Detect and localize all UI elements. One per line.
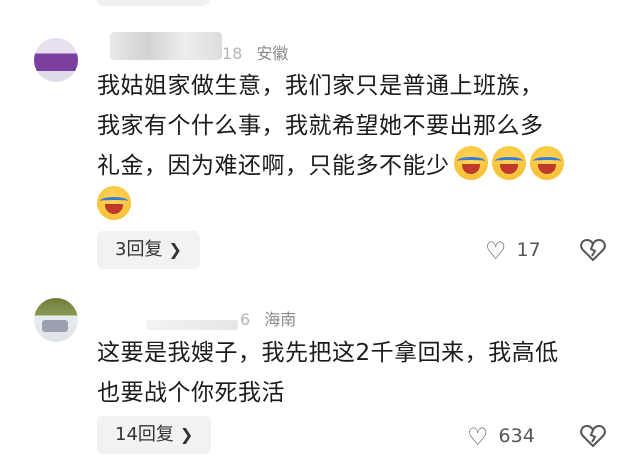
- replies-label: 3回复: [115, 239, 163, 260]
- crying-laughing-emoji-icon: [453, 146, 488, 180]
- replies-button[interactable]: 14回复 ❯: [97, 416, 212, 454]
- comment-line: 我姑姐家做生意，我们家只是普通上班族，: [97, 73, 544, 99]
- avatar[interactable]: [34, 38, 78, 82]
- comment-line-emoji-only: [97, 186, 617, 226]
- heart-outline-icon[interactable]: ♡: [467, 423, 489, 451]
- location-label: 安徽: [256, 44, 289, 63]
- replies-button[interactable]: 3回复 ❯: [97, 231, 200, 269]
- comment-line: 也要战个你死我活: [97, 380, 285, 406]
- location-label: 海南: [264, 310, 297, 329]
- previous-comment-button-stub: [96, 0, 210, 6]
- like-count: 634: [498, 425, 535, 447]
- crying-laughing-emoji-icon: [529, 146, 564, 180]
- like-control[interactable]: ♡ 17: [485, 237, 541, 265]
- comment-meta: 18 安徽: [222, 40, 288, 64]
- comment-line: 这要是我嫂子，我先把这2千拿回来，我高低: [97, 340, 559, 366]
- comment-meta: 6 海南: [240, 306, 296, 330]
- chevron-right-icon: ❯: [168, 240, 182, 259]
- broken-heart-icon[interactable]: [580, 424, 606, 448]
- comment-line: 礼金，因为难还啊，只能多不能少: [97, 153, 450, 179]
- username-blurred[interactable]: [146, 320, 238, 330]
- comment-text: 这要是我嫂子，我先把这2千拿回来，我高低 也要战个你死我活: [97, 333, 617, 413]
- comment-line: 我家有个什么事，我就希望她不要出那么多: [97, 113, 544, 139]
- crying-laughing-emoji-icon: [97, 186, 131, 220]
- like-count: 17: [516, 239, 541, 261]
- username-suffix: 18: [222, 44, 243, 63]
- crying-laughing-emoji-icon: [491, 146, 526, 180]
- comment-text: 我姑姐家做生意，我们家只是普通上班族， 我家有个什么事，我就希望她不要出那么多 …: [97, 66, 617, 226]
- username-suffix: 6: [240, 310, 251, 329]
- replies-label: 14回复: [115, 424, 174, 445]
- heart-outline-icon[interactable]: ♡: [485, 237, 507, 265]
- chevron-right-icon: ❯: [179, 425, 194, 444]
- broken-heart-icon[interactable]: [580, 238, 606, 262]
- like-control[interactable]: ♡ 634: [467, 423, 535, 451]
- comment-line-with-emoji: 礼金，因为难还啊，只能多不能少: [97, 146, 617, 186]
- username-blurred[interactable]: [110, 32, 222, 60]
- avatar[interactable]: [34, 298, 78, 342]
